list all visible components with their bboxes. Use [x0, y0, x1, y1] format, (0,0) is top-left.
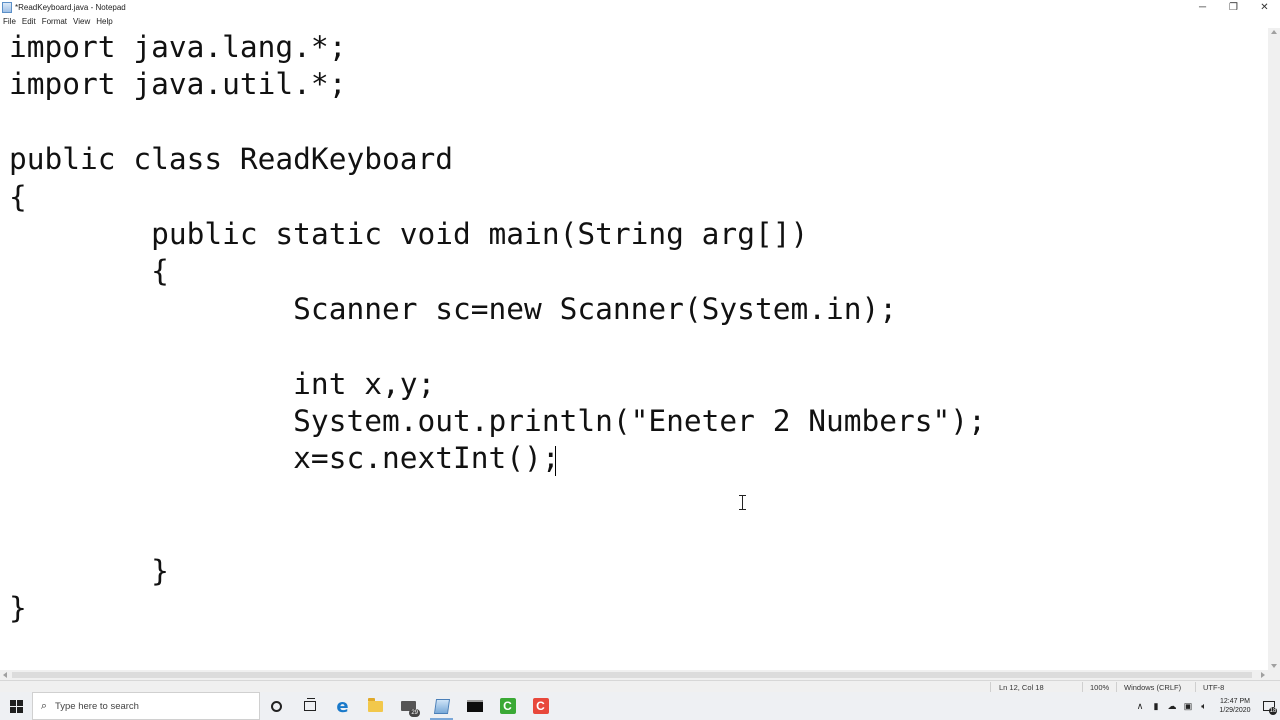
mail-badge: 29	[409, 709, 420, 717]
speaker-icon: 🔈︎	[1201, 700, 1207, 711]
microphone-tray-button[interactable]: ▮	[1148, 692, 1164, 720]
task-view-icon	[303, 698, 316, 711]
status-divider	[1195, 682, 1196, 692]
cloud-icon: ☁	[1167, 700, 1177, 711]
camtasia-editor-button[interactable]: C	[524, 692, 557, 720]
taskbar-search-box[interactable]: ⌕ Type here to search	[32, 692, 260, 720]
task-view-button[interactable]	[293, 692, 326, 720]
title-bar: *ReadKeyboard.java - Notepad ─ ❐ ✕	[0, 0, 1280, 15]
scroll-left-icon[interactable]	[3, 672, 7, 678]
window-controls: ─ ❐ ✕	[1187, 0, 1280, 15]
network-tray-button[interactable]: ▣	[1180, 692, 1196, 720]
scroll-corner	[1268, 670, 1280, 680]
cortana-icon	[271, 700, 282, 712]
notepad-icon	[433, 698, 450, 714]
ibeam-cursor-icon	[738, 495, 747, 510]
system-tray: ∧ ▮ ☁ ▣ 🔈︎ 12:47 PM 1/29/2020 18	[1132, 692, 1280, 720]
camtasia-recorder-icon: C	[499, 698, 516, 714]
clock-time: 12:47 PM	[1220, 698, 1250, 705]
close-button[interactable]: ✕	[1249, 0, 1280, 15]
horizontal-scrollbar[interactable]	[0, 670, 1268, 680]
menu-bar: File Edit Format View Help	[0, 15, 1280, 28]
taskbar-clock[interactable]: 12:47 PM 1/29/2020	[1212, 697, 1258, 715]
command-prompt-button[interactable]	[458, 692, 491, 720]
window-title: *ReadKeyboard.java - Notepad	[15, 3, 126, 12]
start-button[interactable]	[0, 692, 32, 720]
action-center-button[interactable]: 18	[1258, 692, 1280, 720]
status-divider	[1082, 682, 1083, 692]
camtasia-editor-icon: C	[532, 698, 549, 714]
command-prompt-icon	[466, 700, 483, 712]
horizontal-scroll-thumb[interactable]	[12, 672, 1252, 678]
menu-edit[interactable]: Edit	[19, 17, 39, 26]
mail-button[interactable]: 29	[392, 692, 425, 720]
folder-icon	[368, 697, 383, 712]
chevron-up-icon: ∧	[1136, 700, 1144, 711]
microphone-icon: ▮	[1153, 700, 1159, 711]
camtasia-recorder-button[interactable]: C	[491, 692, 524, 720]
network-icon: ▣	[1183, 700, 1193, 711]
restore-button[interactable]: ❐	[1218, 0, 1249, 15]
search-placeholder: Type here to search	[55, 700, 139, 712]
show-hidden-icons-button[interactable]: ∧	[1132, 692, 1148, 720]
cursor-position: Ln 12, Col 18	[999, 683, 1044, 692]
notification-count: 18	[1269, 707, 1277, 715]
vertical-scrollbar[interactable]	[1268, 28, 1280, 670]
line-ending: Windows (CRLF)	[1124, 683, 1182, 692]
scroll-up-icon[interactable]	[1271, 30, 1277, 34]
edge-button[interactable]: e	[326, 692, 359, 720]
minimize-button[interactable]: ─	[1187, 0, 1218, 15]
zoom-level: 100%	[1090, 683, 1110, 692]
windows-logo-icon	[9, 699, 23, 713]
menu-view[interactable]: View	[70, 17, 93, 26]
clock-date: 1/29/2020	[1219, 707, 1251, 714]
edge-browser-icon: e	[336, 695, 349, 717]
taskbar: ⌕ Type here to search e 29 C C ∧ ▮ ☁ ▣ 🔈…	[0, 692, 1280, 720]
status-divider	[1116, 682, 1117, 692]
search-icon: ⌕	[40, 699, 48, 712]
text-editor[interactable]: import java.lang.*; import java.util.*; …	[0, 28, 1268, 670]
onedrive-tray-button[interactable]: ☁	[1164, 692, 1180, 720]
text-caret	[555, 446, 556, 476]
encoding: UTF-8	[1203, 683, 1225, 692]
editor-content[interactable]: import java.lang.*; import java.util.*; …	[0, 29, 1268, 628]
status-divider	[990, 682, 991, 692]
menu-help[interactable]: Help	[93, 17, 115, 26]
volume-tray-button[interactable]: 🔈︎	[1196, 692, 1212, 720]
cortana-button[interactable]	[260, 692, 293, 720]
file-explorer-button[interactable]	[359, 692, 392, 720]
scroll-down-icon[interactable]	[1271, 664, 1277, 668]
scroll-right-icon[interactable]	[1261, 672, 1265, 678]
menu-format[interactable]: Format	[39, 17, 70, 26]
menu-file[interactable]: File	[0, 17, 19, 26]
notepad-app-icon	[2, 2, 12, 13]
notepad-taskbar-button[interactable]	[425, 692, 458, 720]
